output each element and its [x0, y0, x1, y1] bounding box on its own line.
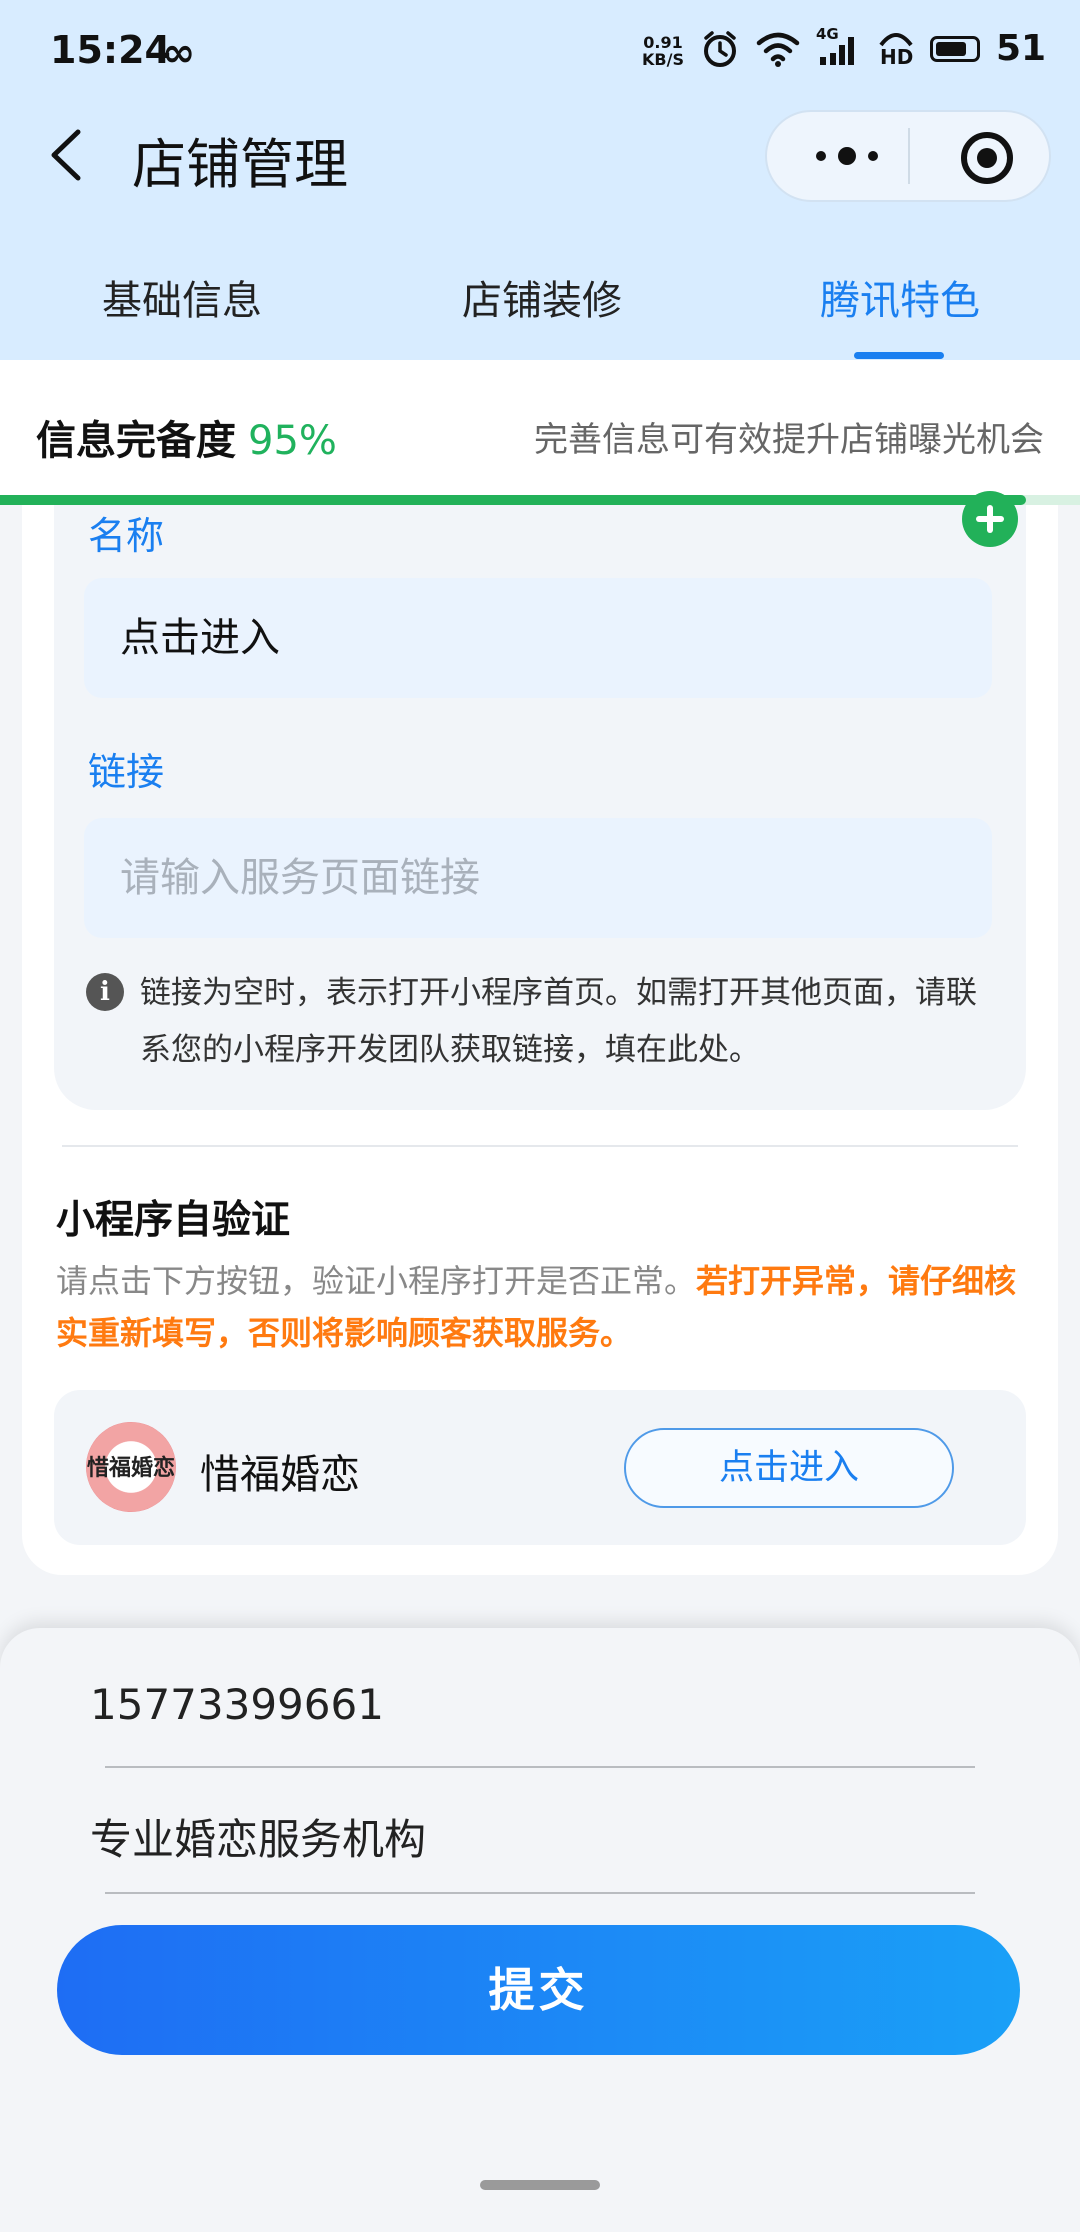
home-indicator[interactable]: [480, 2180, 600, 2190]
completeness-progress-track: [0, 495, 1080, 505]
link-info-text: 链接为空时，表示打开小程序首页。如需打开其他页面，请联系您的小程序开发团队获取链…: [140, 975, 977, 1068]
tab-store-decoration[interactable]: 店铺装修: [462, 268, 622, 326]
app-logo-text: 惜福婚恋: [86, 1456, 175, 1481]
completeness-label: 信息完备度 95%: [36, 408, 337, 466]
card-divider: [62, 1145, 1018, 1147]
close-target-icon[interactable]: [959, 130, 1015, 186]
tagline-field-underline: [105, 1892, 975, 1894]
phone-field-underline: [105, 1766, 975, 1768]
app-name: 惜福婚恋: [200, 1452, 360, 1498]
app-logo: 惜福婚恋: [86, 1422, 176, 1512]
more-options-icon[interactable]: [807, 134, 887, 178]
net-speed: 0.91 KB/S: [642, 34, 684, 68]
completeness-hint: 完善信息可有效提升店铺曝光机会: [534, 420, 1044, 460]
verify-desc-normal: 请点击下方按钮，验证小程序打开是否正常。: [56, 1262, 697, 1300]
tab-tencent-features[interactable]: 腾讯特色: [820, 268, 980, 326]
info-icon: i: [86, 973, 124, 1011]
battery-level: 51: [996, 28, 1047, 69]
app-verify-row: 惜福婚恋 惜福婚恋 点击进入: [54, 1390, 1026, 1545]
enter-app-button[interactable]: 点击进入: [624, 1428, 954, 1508]
link-config-card: 名称 点击进入 链接 请输入服务页面链接 i 链接为空时，表示打开小程序首页。如…: [54, 491, 1026, 1110]
phone-field[interactable]: 15773399661: [90, 1680, 384, 1729]
add-icon[interactable]: [962, 491, 1018, 547]
name-input[interactable]: 点击进入: [84, 578, 992, 698]
tab-bar: 基础信息 店铺装修 腾讯特色: [0, 250, 1080, 360]
alarm-icon: [704, 30, 736, 67]
battery-icon: [930, 35, 980, 62]
mini-program-capsule: [765, 110, 1051, 202]
infinity-icon: ∞: [162, 30, 196, 76]
submit-button[interactable]: 提交: [57, 1925, 1020, 2055]
active-tab-indicator: [854, 352, 944, 359]
hd-call-icon: HD: [878, 29, 914, 69]
tagline-field[interactable]: 专业婚恋服务机构: [90, 1806, 426, 1867]
completeness-progress-fill: [0, 495, 1026, 505]
wifi-icon: [756, 32, 800, 67]
hd-label: HD: [880, 44, 914, 69]
completeness-title: 信息完备度: [36, 418, 236, 464]
status-time: 15:24: [50, 28, 171, 72]
main-card: 名称 点击进入 链接 请输入服务页面链接 i 链接为空时，表示打开小程序首页。如…: [22, 491, 1058, 1575]
link-label: 链接: [88, 750, 165, 794]
net-speed-value: 0.91: [643, 33, 683, 52]
verify-title: 小程序自验证: [56, 1198, 291, 1243]
bottom-sheet: 15773399661 专业婚恋服务机构 提交: [0, 1628, 1080, 2232]
completeness-value: 95%: [248, 418, 337, 464]
link-input[interactable]: 请输入服务页面链接: [84, 818, 992, 938]
tab-basic-info[interactable]: 基础信息: [102, 268, 262, 326]
verify-description: 请点击下方按钮，验证小程序打开是否正常。若打开异常，请仔细核实重新填写，否则将影…: [56, 1255, 1036, 1359]
back-arrow-icon[interactable]: [40, 120, 100, 190]
completeness-bar: 信息完备度 95% 完善信息可有效提升店铺曝光机会: [0, 360, 1080, 505]
status-bar: 15:24 ∞ 0.91 KB/S 4G HD 51: [0, 0, 1080, 110]
page-title: 店铺管理: [132, 133, 348, 196]
status-icons: 4G HD 51: [700, 25, 1047, 69]
name-label: 名称: [88, 514, 165, 558]
capsule-divider: [908, 128, 910, 184]
net-speed-unit: KB/S: [642, 50, 684, 69]
signal-icon: 4G: [816, 25, 862, 69]
